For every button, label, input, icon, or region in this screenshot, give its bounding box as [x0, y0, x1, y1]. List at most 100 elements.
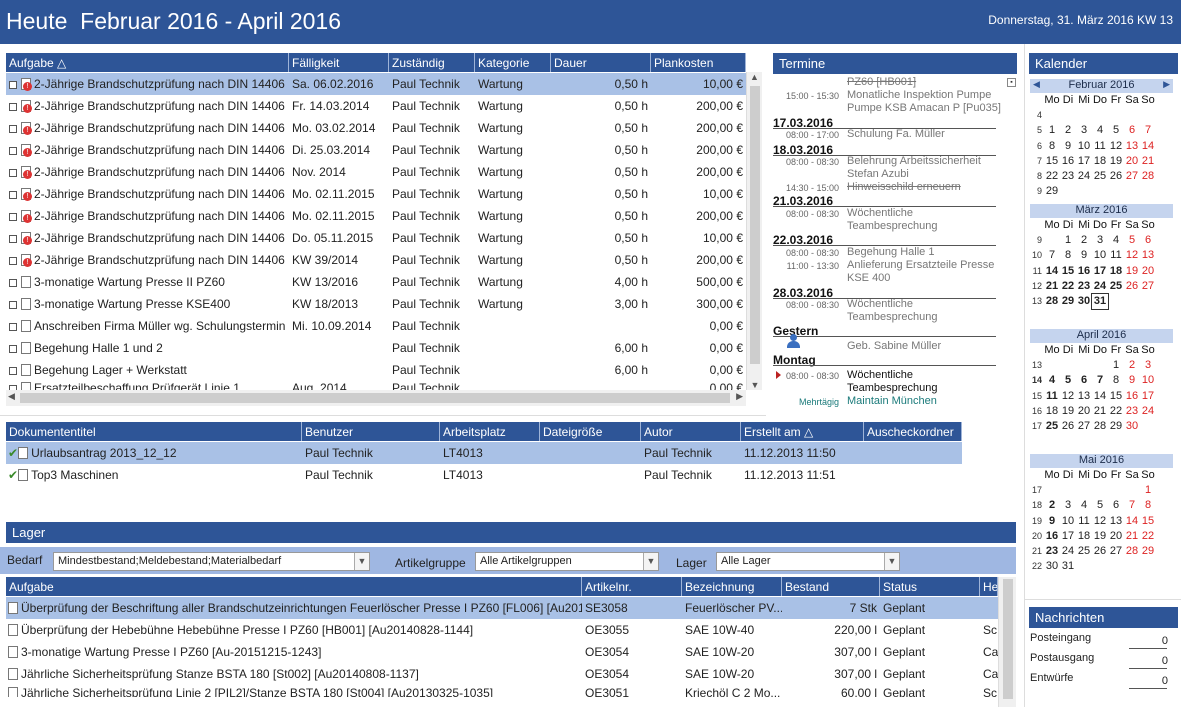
task-row[interactable]: ! 2-Jährige Brandschutzprüfung nach DIN 1…	[6, 139, 746, 161]
termin-item[interactable]: Begehung Halle 1	[847, 246, 934, 258]
calendar-day[interactable]: 23	[1124, 404, 1140, 419]
calendar-day[interactable]: 29	[1060, 294, 1076, 309]
task-checkbox[interactable]	[9, 366, 17, 375]
calendar-day[interactable]: 7	[1124, 498, 1140, 513]
calendar-day[interactable]: 27	[1124, 169, 1140, 184]
task-row[interactable]: ! 2-Jährige Brandschutzprüfung nach DIN 1…	[6, 249, 746, 271]
calendar-day[interactable]	[1076, 358, 1092, 373]
doc-col-header[interactable]: Auscheckordner	[864, 422, 962, 441]
calendar-day[interactable]: 16	[1076, 264, 1092, 279]
calendar-day[interactable]	[1076, 108, 1092, 123]
calendar-day[interactable]: 7	[1140, 123, 1156, 138]
calendar-day[interactable]: 22	[1140, 529, 1156, 544]
calendar-day[interactable]: 28	[1044, 294, 1060, 309]
termin-item[interactable]: Wöchentliche	[847, 369, 913, 381]
task-col-header[interactable]: Fälligkeit	[289, 53, 389, 72]
calendar-day[interactable]: 4	[1076, 498, 1092, 513]
calendar-day[interactable]	[1124, 483, 1140, 498]
next-month-icon[interactable]: ▶	[1163, 79, 1170, 90]
calendar-day[interactable]: 18	[1092, 154, 1108, 169]
calendar-day[interactable]: 2	[1044, 498, 1060, 513]
calendar-day[interactable]: 23	[1060, 169, 1076, 184]
calendar-day[interactable]: 16	[1124, 389, 1140, 404]
calendar-day[interactable]	[1108, 108, 1124, 123]
calendar-day[interactable]: 15	[1108, 389, 1124, 404]
calendar-day[interactable]: 12	[1108, 139, 1124, 154]
task-checkbox[interactable]	[9, 234, 17, 243]
task-col-header[interactable]: Plankosten	[651, 53, 746, 72]
calendar-day[interactable]: 6	[1108, 498, 1124, 513]
calendar-day[interactable]	[1092, 184, 1108, 199]
task-checkbox[interactable]	[9, 256, 17, 265]
bedarf-dropdown[interactable]: Mindestbestand;Meldebestand;Materialbeda…	[53, 552, 370, 571]
task-row[interactable]: Begehung Lager + Werkstatt Paul Technik 6,…	[6, 359, 746, 381]
calendar-day[interactable]: 25	[1076, 544, 1092, 559]
calendar-day[interactable]: 13	[1108, 514, 1124, 529]
task-col-header[interactable]: Zuständig	[389, 53, 475, 72]
calendar-day[interactable]	[1060, 358, 1076, 373]
lager-col-header[interactable]: He	[980, 577, 998, 596]
calendar-day[interactable]: 14	[1092, 389, 1108, 404]
calendar-day[interactable]	[1108, 483, 1124, 498]
calendar-day[interactable]: 11	[1076, 514, 1092, 529]
calendar-day[interactable]: 9	[1124, 373, 1140, 388]
task-col-header[interactable]: Dauer	[551, 53, 651, 72]
termin-item[interactable]: Geb. Sabine Müller	[847, 340, 941, 352]
calendar-day[interactable]: 12	[1092, 514, 1108, 529]
calendar-day[interactable]: 1	[1140, 483, 1156, 498]
collapse-icon[interactable]: ▪	[1007, 78, 1016, 87]
termin-item[interactable]: Wöchentliche	[847, 298, 913, 310]
calendar-day[interactable]: 1	[1108, 358, 1124, 373]
termin-item[interactable]: Schulung Fa. Müller	[847, 128, 945, 140]
calendar-day[interactable]: 2	[1124, 358, 1140, 373]
calendar-day[interactable]: 21	[1044, 279, 1060, 294]
calendar-day[interactable]: 3	[1076, 123, 1092, 138]
calendar-day[interactable]	[1108, 294, 1124, 309]
artikelgruppe-dropdown[interactable]: Alle Artikelgruppen ▼	[475, 552, 659, 571]
doc-row[interactable]: ✔ Top3 Maschinen Paul Technik LT4013 Paul Te…	[6, 464, 962, 486]
calendar-day[interactable]: 16	[1044, 529, 1060, 544]
lager-row[interactable]: 3-monatige Wartung Presse I PZ60 [Au-201…	[6, 641, 998, 663]
calendar-day[interactable]: 5	[1060, 373, 1076, 388]
calendar-day[interactable]	[1060, 483, 1076, 498]
calendar-day[interactable]: 25	[1108, 279, 1124, 294]
calendar-day[interactable]: 26	[1108, 169, 1124, 184]
calendar-day[interactable]	[1076, 184, 1092, 199]
termin-item[interactable]: Teambesprechung	[847, 220, 938, 232]
calendar-day[interactable]: 10	[1092, 248, 1108, 263]
calendar-day[interactable]	[1092, 559, 1108, 574]
calendar-day[interactable]: 21	[1140, 154, 1156, 169]
calendar-day[interactable]	[1140, 294, 1156, 309]
task-checkbox[interactable]	[9, 146, 17, 155]
calendar-day[interactable]: 17	[1076, 154, 1092, 169]
calendar-day[interactable]: 11	[1108, 248, 1124, 263]
calendar-day[interactable]: 22	[1060, 279, 1076, 294]
task-row[interactable]: ! 2-Jährige Brandschutzprüfung nach DIN 1…	[6, 95, 746, 117]
calendar-day[interactable]: 20	[1140, 264, 1156, 279]
calendar-day[interactable]: 28	[1124, 544, 1140, 559]
calendar-day[interactable]	[1124, 559, 1140, 574]
calendar-day[interactable]: 19	[1060, 404, 1076, 419]
calendar-day[interactable]	[1092, 358, 1108, 373]
calendar-day[interactable]: 12	[1060, 389, 1076, 404]
calendar-day[interactable]: 13	[1124, 139, 1140, 154]
calendar-day[interactable]: 4	[1108, 233, 1124, 248]
calendar-day[interactable]: 15	[1060, 264, 1076, 279]
calendar-day[interactable]: 20	[1108, 529, 1124, 544]
calendar-day[interactable]: 21	[1124, 529, 1140, 544]
task-col-header[interactable]: Kategorie	[475, 53, 551, 72]
task-checkbox[interactable]	[9, 300, 17, 309]
lager-col-header[interactable]: Aufgabe	[6, 577, 582, 596]
lager-col-header[interactable]: Bezeichnung	[682, 577, 782, 596]
calendar-day[interactable]: 5	[1108, 123, 1124, 138]
calendar-day[interactable]	[1060, 108, 1076, 123]
calendar-day[interactable]: 18	[1044, 404, 1060, 419]
calendar-day[interactable]: 26	[1092, 544, 1108, 559]
calendar-day[interactable]: 5	[1124, 233, 1140, 248]
calendar-day[interactable]	[1044, 483, 1060, 498]
lager-row[interactable]: Überprüfung der Beschriftung aller Brand…	[6, 597, 998, 619]
task-checkbox[interactable]	[9, 80, 17, 89]
calendar-day[interactable]: 17	[1092, 264, 1108, 279]
calendar-day[interactable]	[1108, 184, 1124, 199]
calendar-day[interactable]: 29	[1044, 184, 1060, 199]
